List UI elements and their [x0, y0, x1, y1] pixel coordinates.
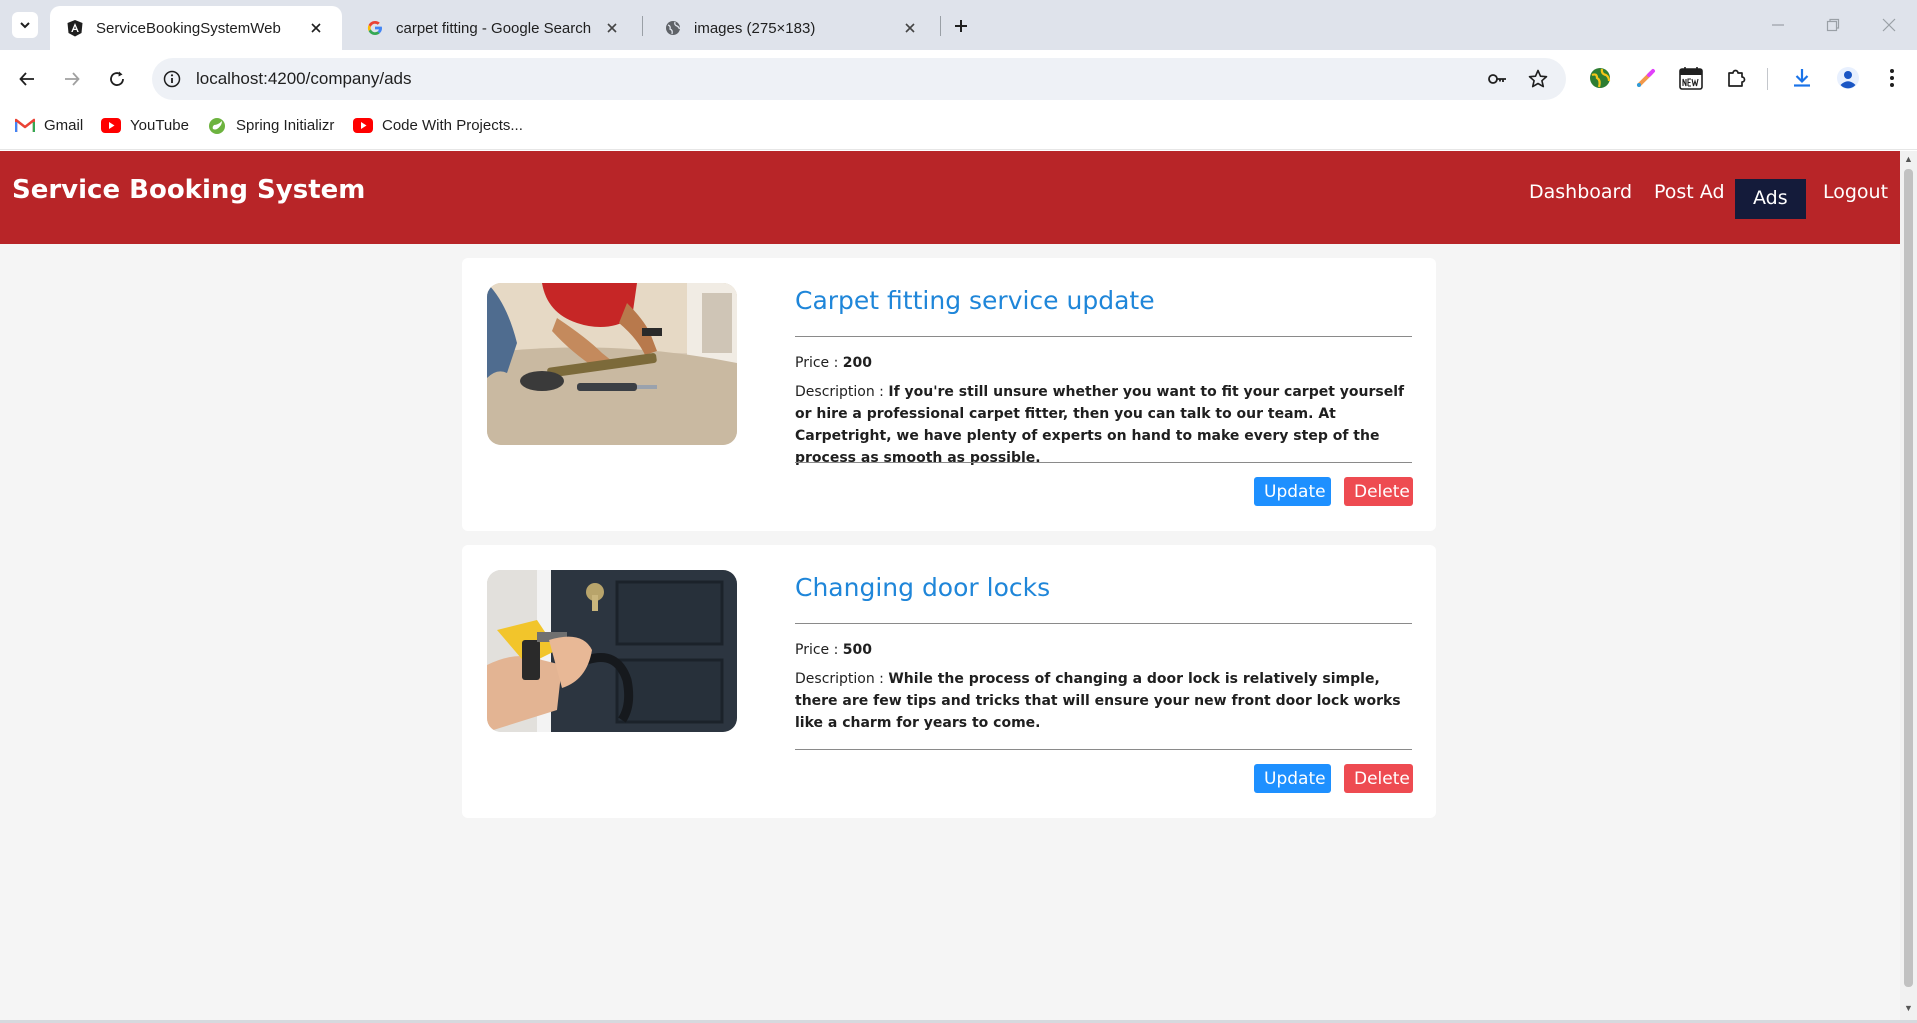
tab-strip: ServiceBookingSystemWeb carpet fitting -…: [0, 0, 1917, 50]
price-value: 200: [842, 355, 873, 371]
password-key-icon[interactable]: [1486, 68, 1508, 90]
globe-extension-icon[interactable]: [1586, 64, 1614, 92]
tab-title: carpet fitting - Google Search: [396, 19, 592, 37]
download-icon[interactable]: [1788, 64, 1816, 92]
tab-separator: [940, 16, 941, 36]
app-header: Service Booking System Dashboard Post Ad…: [0, 151, 1900, 244]
ad-description: Description : If you're still unsure whe…: [795, 381, 1412, 469]
angular-icon: [66, 19, 84, 37]
browser-toolbar: localhost:4200/company/ads: [0, 50, 1917, 108]
delete-button[interactable]: Delete: [1344, 764, 1413, 793]
ad-card: Changing door locks Price : 500 Descript…: [462, 545, 1436, 818]
scroll-down-icon[interactable]: ▼: [1904, 1004, 1913, 1013]
bookmarks-bar: Gmail YouTube Spring Initializr Code Wit…: [0, 108, 1917, 150]
description-text: While the process of changing a door loc…: [795, 671, 1401, 731]
minimize-icon: [1772, 24, 1784, 26]
ad-price: Price : 200: [795, 355, 872, 371]
tab-title: ServiceBookingSystemWeb: [96, 19, 281, 37]
youtube-icon: [352, 118, 374, 134]
bookmark-label: Spring Initializr: [236, 117, 335, 134]
bookmark-spring-initializr[interactable]: Spring Initializr: [206, 117, 334, 134]
restore-icon: [1826, 18, 1840, 32]
ad-price: Price : 500: [795, 642, 872, 658]
plus-icon: [955, 20, 967, 32]
forward-button[interactable]: [57, 64, 87, 94]
close-icon: [1882, 18, 1896, 32]
tab-servicebookingsystemweb[interactable]: ServiceBookingSystemWeb: [50, 6, 342, 50]
app-brand[interactable]: Service Booking System: [12, 175, 365, 205]
description-label: Description :: [795, 671, 884, 687]
color-picker-extension-icon[interactable]: [1632, 64, 1660, 92]
restore-button[interactable]: [1820, 12, 1846, 38]
description-label: Description :: [795, 384, 884, 400]
ad-description: Description : While the process of chang…: [795, 668, 1412, 734]
puzzle-extensions-icon[interactable]: [1722, 64, 1750, 92]
browser-menu-icon[interactable]: [1878, 64, 1906, 92]
bookmark-gmail[interactable]: Gmail: [14, 117, 83, 134]
ad-image-door-locks: [487, 570, 737, 732]
update-button[interactable]: Update: [1254, 477, 1331, 506]
profile-avatar-icon[interactable]: [1834, 64, 1862, 92]
divider: [795, 336, 1412, 337]
scroll-thumb[interactable]: [1904, 169, 1913, 987]
tab-separator: [642, 16, 643, 36]
toolbar-divider: [1767, 68, 1768, 90]
nav-dashboard[interactable]: Dashboard: [1529, 181, 1632, 203]
minimize-button[interactable]: [1765, 12, 1791, 38]
reload-button[interactable]: [102, 64, 132, 94]
youtube-icon: [100, 118, 122, 134]
ad-card: Carpet fitting service update Price : 20…: [462, 258, 1436, 531]
bookmark-label: Gmail: [44, 117, 84, 134]
ad-image-carpet-fitting: [487, 283, 737, 445]
site-info-icon[interactable]: [162, 69, 182, 89]
reload-icon: [110, 71, 124, 86]
tab-title: images (275×183): [694, 19, 816, 37]
bookmark-code-with-projects[interactable]: Code With Projects...: [352, 117, 523, 134]
address-bar[interactable]: localhost:4200/company/ads: [152, 58, 1566, 100]
new-tab-button[interactable]: [948, 13, 974, 39]
back-button[interactable]: [12, 64, 42, 94]
description-text: If you're still unsure whether you want …: [795, 384, 1405, 466]
page-scrollbar[interactable]: ▲ ▼: [1900, 151, 1917, 1020]
spring-icon: [206, 117, 228, 134]
chevron-down-icon: [20, 22, 30, 29]
page-viewport: Service Booking System Dashboard Post Ad…: [0, 151, 1900, 1020]
nav-logout[interactable]: Logout: [1823, 181, 1888, 203]
price-value: 500: [842, 642, 873, 658]
gmail-icon: [14, 118, 36, 134]
url-text[interactable]: localhost:4200/company/ads: [196, 69, 411, 89]
divider: [795, 749, 1412, 750]
delete-button[interactable]: Delete: [1344, 477, 1413, 506]
divider: [795, 462, 1412, 463]
tab-search-button[interactable]: [12, 12, 38, 38]
bookmark-label: Code With Projects...: [382, 117, 523, 134]
scroll-up-icon[interactable]: ▲: [1904, 155, 1913, 164]
globe-icon: [664, 19, 682, 37]
tab-carpet-fitting-search[interactable]: carpet fitting - Google Search: [350, 6, 638, 50]
tab-images[interactable]: images (275×183): [648, 6, 936, 50]
google-icon: [366, 19, 384, 37]
close-tab-icon[interactable]: [306, 18, 326, 38]
bookmark-youtube[interactable]: YouTube: [100, 117, 189, 134]
ad-title: Changing door locks: [795, 573, 1051, 602]
nav-ads[interactable]: Ads: [1735, 179, 1806, 219]
bookmark-star-icon[interactable]: [1527, 68, 1549, 90]
bookmark-label: YouTube: [130, 117, 189, 134]
nav-post-ad[interactable]: Post Ad: [1654, 181, 1725, 203]
price-label: Price :: [795, 355, 839, 371]
update-button[interactable]: Update: [1254, 764, 1331, 793]
close-window-button[interactable]: [1876, 12, 1902, 38]
arrow-right-icon: [65, 72, 80, 86]
close-tab-icon[interactable]: [602, 18, 622, 38]
divider: [795, 623, 1412, 624]
ad-title: Carpet fitting service update: [795, 286, 1155, 315]
price-label: Price :: [795, 642, 839, 658]
close-tab-icon[interactable]: [900, 18, 920, 38]
arrow-left-icon: [19, 72, 34, 86]
new-calendar-extension-icon[interactable]: [1677, 64, 1705, 92]
